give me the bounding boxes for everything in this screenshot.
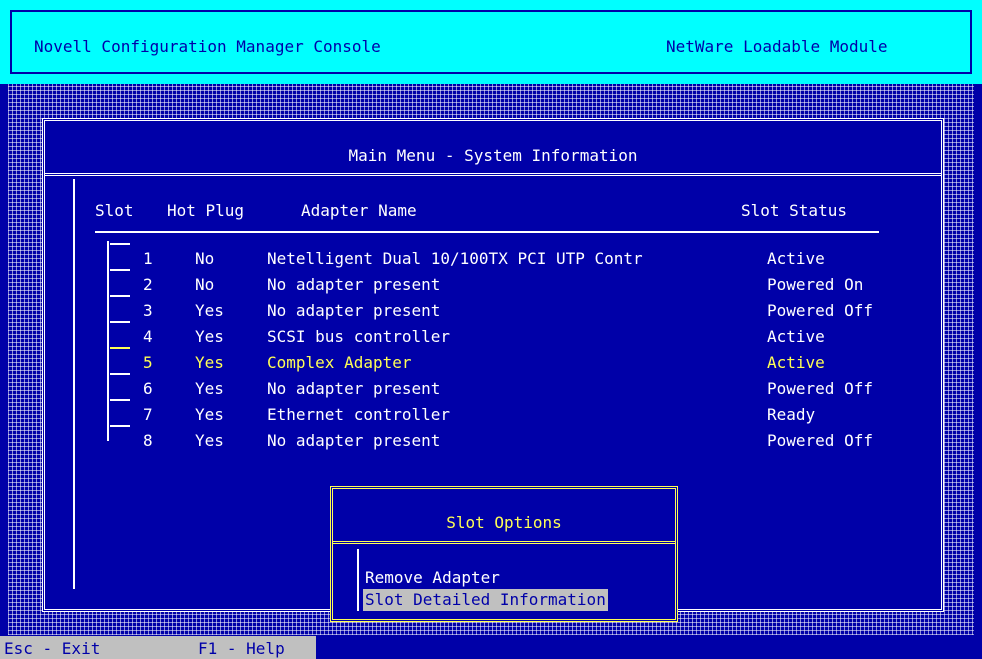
hot-plug-value: Yes xyxy=(195,379,224,398)
slot-row[interactable]: 5 Yes Complex Adapter Active xyxy=(45,347,945,379)
adapter-name: Complex Adapter xyxy=(267,353,412,372)
tree-branch xyxy=(110,425,130,427)
module-label: NetWare Loadable Module xyxy=(666,37,888,56)
column-header-slot: Slot xyxy=(95,201,134,220)
remove-adapter-option[interactable]: Remove Adapter xyxy=(363,567,502,589)
help-hint[interactable]: F1 - Help xyxy=(198,639,285,658)
column-header-slot-status: Slot Status xyxy=(741,201,847,220)
popup-title: Slot Options xyxy=(446,513,562,532)
header-frame: Novell Configuration Manager Console Net… xyxy=(10,10,972,74)
hot-plug-value: Yes xyxy=(195,405,224,424)
main-menu-title: Main Menu - System Information xyxy=(348,146,638,165)
tree-branch xyxy=(110,399,130,401)
slot-status: Ready xyxy=(767,405,816,424)
exit-hint[interactable]: Esc - Exit xyxy=(4,639,100,658)
slot-options-popup: Slot Options Remove Adapter Slot Detaile… xyxy=(330,486,678,622)
adapter-name: Ethernet controller xyxy=(267,405,451,424)
slot-number: 6 xyxy=(143,379,153,398)
slot-number: 5 xyxy=(143,353,153,372)
column-header-adapter-name: Adapter Name xyxy=(301,201,417,220)
header-divider xyxy=(95,231,879,233)
slot-row[interactable]: 6 Yes No adapter present Powered Off xyxy=(45,373,945,405)
hot-plug-value: Yes xyxy=(195,301,224,320)
slot-number: 3 xyxy=(143,301,153,320)
hot-plug-value: No xyxy=(195,249,215,268)
slot-number: 7 xyxy=(143,405,153,424)
slot-status: Powered On xyxy=(767,275,864,294)
slot-status: Active xyxy=(767,249,825,268)
tree-branch xyxy=(110,295,130,297)
tree-branch xyxy=(110,347,130,349)
console-header: Novell Configuration Manager Console Net… xyxy=(0,0,982,84)
slot-status: Powered Off xyxy=(767,301,873,320)
adapter-name: No adapter present xyxy=(267,431,441,450)
adapter-name: SCSI bus controller xyxy=(267,327,451,346)
slot-row[interactable]: 7 Yes Ethernet controller Ready xyxy=(45,399,945,431)
tree-branch xyxy=(110,321,130,323)
adapter-name: No adapter present xyxy=(267,379,441,398)
column-header-hot-plug: Hot Plug xyxy=(167,201,245,220)
console-title: Novell Configuration Manager Console xyxy=(34,37,381,56)
slot-status: Active xyxy=(767,327,825,346)
hot-plug-value: Yes xyxy=(195,431,224,450)
hot-plug-value: No xyxy=(195,275,215,294)
tree-branch xyxy=(110,373,130,375)
popup-frame-line xyxy=(357,549,359,611)
slot-status: Powered Off xyxy=(767,379,873,398)
adapter-name: Netelligent Dual 10/100TX PCI UTP Contr xyxy=(267,249,643,268)
slot-number: 8 xyxy=(143,431,153,450)
hot-plug-value: Yes xyxy=(195,353,224,372)
slot-row[interactable]: 8 Yes No adapter present Powered Off xyxy=(45,425,945,457)
hot-plug-value: Yes xyxy=(195,327,224,346)
slot-row[interactable]: 1 No Netelligent Dual 10/100TX PCI UTP Con… xyxy=(45,243,945,275)
slot-detailed-information-option[interactable]: Slot Detailed Information xyxy=(363,589,608,611)
slot-status: Powered Off xyxy=(767,431,873,450)
slot-row[interactable]: 2 No No adapter present Powered On xyxy=(45,269,945,301)
footer-blank xyxy=(316,636,982,659)
adapter-name: No adapter present xyxy=(267,275,441,294)
slot-number: 4 xyxy=(143,327,153,346)
slot-row[interactable]: 4 Yes SCSI bus controller Active xyxy=(45,321,945,353)
popup-title-bar: Slot Options xyxy=(333,489,675,544)
slot-row[interactable]: 3 Yes No adapter present Powered Off xyxy=(45,295,945,327)
tree-branch xyxy=(110,243,130,245)
slot-number: 2 xyxy=(143,275,153,294)
slot-number: 1 xyxy=(143,249,153,268)
main-title-bar: Main Menu - System Information xyxy=(45,121,941,176)
adapter-name: No adapter present xyxy=(267,301,441,320)
footer-bar: Esc - Exit F1 - Help xyxy=(0,636,316,659)
tree-branch xyxy=(110,269,130,271)
slot-status: Active xyxy=(767,353,825,372)
